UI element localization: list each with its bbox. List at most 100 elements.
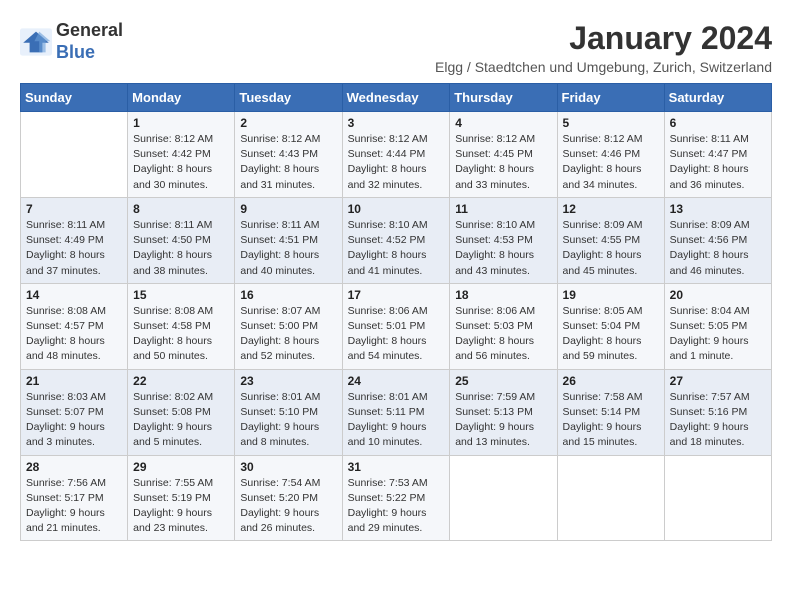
header-cell-monday: Monday	[128, 84, 235, 112]
day-number: 6	[670, 116, 766, 130]
calendar-cell: 23 Sunrise: 8:01 AMSunset: 5:10 PMDayligh…	[235, 369, 342, 455]
day-info: Sunrise: 8:12 AMSunset: 4:46 PMDaylight:…	[563, 132, 659, 193]
calendar-table: SundayMondayTuesdayWednesdayThursdayFrid…	[20, 83, 772, 541]
calendar-cell: 9 Sunrise: 8:11 AMSunset: 4:51 PMDaylight…	[235, 197, 342, 283]
page-header: General Blue January 2024 Elgg / Staedtc…	[20, 20, 772, 75]
calendar-cell: 10 Sunrise: 8:10 AMSunset: 4:52 PMDayligh…	[342, 197, 450, 283]
day-number: 22	[133, 374, 229, 388]
header-cell-friday: Friday	[557, 84, 664, 112]
day-info: Sunrise: 8:06 AMSunset: 5:01 PMDaylight:…	[348, 304, 445, 365]
day-info: Sunrise: 8:10 AMSunset: 4:52 PMDaylight:…	[348, 218, 445, 279]
calendar-cell: 15 Sunrise: 8:08 AMSunset: 4:58 PMDayligh…	[128, 283, 235, 369]
calendar-cell: 6 Sunrise: 8:11 AMSunset: 4:47 PMDaylight…	[664, 112, 771, 198]
header-cell-tuesday: Tuesday	[235, 84, 342, 112]
calendar-cell: 7Sunrise: 8:11 AMSunset: 4:49 PMDaylight…	[21, 197, 128, 283]
day-number: 31	[348, 460, 445, 474]
calendar-cell: 30 Sunrise: 7:54 AMSunset: 5:20 PMDayligh…	[235, 455, 342, 541]
calendar-cell: 22 Sunrise: 8:02 AMSunset: 5:08 PMDayligh…	[128, 369, 235, 455]
day-number: 9	[240, 202, 336, 216]
calendar-cell: 4Sunrise: 8:12 AMSunset: 4:45 PMDaylight…	[450, 112, 557, 198]
calendar-cell: 28 Sunrise: 7:56 AMSunset: 5:17 PMDayligh…	[21, 455, 128, 541]
title-area: January 2024 Elgg / Staedtchen und Umgeb…	[435, 20, 772, 75]
day-info: Sunrise: 7:58 AMSunset: 5:14 PMDaylight:…	[563, 390, 659, 451]
day-info: Sunrise: 7:54 AMSunset: 5:20 PMDaylight:…	[240, 476, 336, 537]
day-number: 7	[26, 202, 122, 216]
calendar-cell: 16 Sunrise: 8:07 AMSunset: 5:00 PMDayligh…	[235, 283, 342, 369]
day-info: Sunrise: 8:01 AMSunset: 5:11 PMDaylight:…	[348, 390, 445, 451]
calendar-row-2: 7Sunrise: 8:11 AMSunset: 4:49 PMDaylight…	[21, 197, 772, 283]
day-info: Sunrise: 7:56 AMSunset: 5:17 PMDaylight:…	[26, 476, 122, 537]
calendar-cell: 1Sunrise: 8:12 AMSunset: 4:42 PMDaylight…	[128, 112, 235, 198]
day-info: Sunrise: 8:10 AMSunset: 4:53 PMDaylight:…	[455, 218, 551, 279]
calendar-cell: 12Sunrise: 8:09 AMSunset: 4:55 PMDayligh…	[557, 197, 664, 283]
header-cell-saturday: Saturday	[664, 84, 771, 112]
logo: General Blue	[20, 20, 123, 63]
header-row: SundayMondayTuesdayWednesdayThursdayFrid…	[21, 84, 772, 112]
day-info: Sunrise: 8:04 AMSunset: 5:05 PMDaylight:…	[670, 304, 766, 365]
day-number: 13	[670, 202, 766, 216]
calendar-cell: 17Sunrise: 8:06 AMSunset: 5:01 PMDayligh…	[342, 283, 450, 369]
header-cell-thursday: Thursday	[450, 84, 557, 112]
day-number: 25	[455, 374, 551, 388]
calendar-cell: 27 Sunrise: 7:57 AMSunset: 5:16 PMDayligh…	[664, 369, 771, 455]
calendar-cell: 13 Sunrise: 8:09 AMSunset: 4:56 PMDayligh…	[664, 197, 771, 283]
day-info: Sunrise: 8:08 AMSunset: 4:58 PMDaylight:…	[133, 304, 229, 365]
day-info: Sunrise: 8:11 AMSunset: 4:50 PMDaylight:…	[133, 218, 229, 279]
calendar-cell: 3 Sunrise: 8:12 AMSunset: 4:44 PMDaylight…	[342, 112, 450, 198]
day-info: Sunrise: 8:01 AMSunset: 5:10 PMDaylight:…	[240, 390, 336, 451]
logo-icon	[20, 28, 52, 56]
day-info: Sunrise: 8:11 AMSunset: 4:47 PMDaylight:…	[670, 132, 766, 193]
day-info: Sunrise: 8:12 AMSunset: 4:43 PMDaylight:…	[240, 132, 336, 193]
calendar-cell: 11 Sunrise: 8:10 AMSunset: 4:53 PMDayligh…	[450, 197, 557, 283]
day-number: 29	[133, 460, 229, 474]
calendar-header: SundayMondayTuesdayWednesdayThursdayFrid…	[21, 84, 772, 112]
calendar-cell	[21, 112, 128, 198]
day-info: Sunrise: 8:07 AMSunset: 5:00 PMDaylight:…	[240, 304, 336, 365]
calendar-cell	[450, 455, 557, 541]
calendar-cell: 24Sunrise: 8:01 AMSunset: 5:11 PMDayligh…	[342, 369, 450, 455]
day-number: 16	[240, 288, 336, 302]
logo-text: General Blue	[56, 20, 123, 63]
month-title: January 2024	[435, 20, 772, 57]
day-info: Sunrise: 8:08 AMSunset: 4:57 PMDaylight:…	[26, 304, 122, 365]
day-number: 19	[563, 288, 659, 302]
day-number: 2	[240, 116, 336, 130]
calendar-row-5: 28 Sunrise: 7:56 AMSunset: 5:17 PMDayligh…	[21, 455, 772, 541]
day-info: Sunrise: 8:11 AMSunset: 4:51 PMDaylight:…	[240, 218, 336, 279]
day-number: 12	[563, 202, 659, 216]
day-info: Sunrise: 7:57 AMSunset: 5:16 PMDaylight:…	[670, 390, 766, 451]
day-number: 8	[133, 202, 229, 216]
day-info: Sunrise: 7:55 AMSunset: 5:19 PMDaylight:…	[133, 476, 229, 537]
header-cell-sunday: Sunday	[21, 84, 128, 112]
day-number: 30	[240, 460, 336, 474]
day-info: Sunrise: 7:53 AMSunset: 5:22 PMDaylight:…	[348, 476, 445, 537]
day-number: 5	[563, 116, 659, 130]
day-info: Sunrise: 8:09 AMSunset: 4:56 PMDaylight:…	[670, 218, 766, 279]
day-number: 18	[455, 288, 551, 302]
calendar-cell: 19Sunrise: 8:05 AMSunset: 5:04 PMDayligh…	[557, 283, 664, 369]
day-number: 27	[670, 374, 766, 388]
day-number: 21	[26, 374, 122, 388]
day-number: 23	[240, 374, 336, 388]
calendar-cell: 29 Sunrise: 7:55 AMSunset: 5:19 PMDayligh…	[128, 455, 235, 541]
calendar-cell	[664, 455, 771, 541]
calendar-row-3: 14Sunrise: 8:08 AMSunset: 4:57 PMDayligh…	[21, 283, 772, 369]
day-number: 20	[670, 288, 766, 302]
day-number: 15	[133, 288, 229, 302]
calendar-cell: 5 Sunrise: 8:12 AMSunset: 4:46 PMDaylight…	[557, 112, 664, 198]
day-number: 28	[26, 460, 122, 474]
day-info: Sunrise: 7:59 AMSunset: 5:13 PMDaylight:…	[455, 390, 551, 451]
calendar-cell: 8 Sunrise: 8:11 AMSunset: 4:50 PMDaylight…	[128, 197, 235, 283]
day-info: Sunrise: 8:12 AMSunset: 4:44 PMDaylight:…	[348, 132, 445, 193]
header-cell-wednesday: Wednesday	[342, 84, 450, 112]
calendar-row-1: 1Sunrise: 8:12 AMSunset: 4:42 PMDaylight…	[21, 112, 772, 198]
day-info: Sunrise: 8:12 AMSunset: 4:45 PMDaylight:…	[455, 132, 551, 193]
location-subtitle: Elgg / Staedtchen und Umgebung, Zurich, …	[435, 59, 772, 75]
day-number: 3	[348, 116, 445, 130]
calendar-cell	[557, 455, 664, 541]
day-number: 11	[455, 202, 551, 216]
day-info: Sunrise: 8:02 AMSunset: 5:08 PMDaylight:…	[133, 390, 229, 451]
calendar-cell: 31 Sunrise: 7:53 AMSunset: 5:22 PMDayligh…	[342, 455, 450, 541]
day-number: 10	[348, 202, 445, 216]
calendar-cell: 26Sunrise: 7:58 AMSunset: 5:14 PMDayligh…	[557, 369, 664, 455]
